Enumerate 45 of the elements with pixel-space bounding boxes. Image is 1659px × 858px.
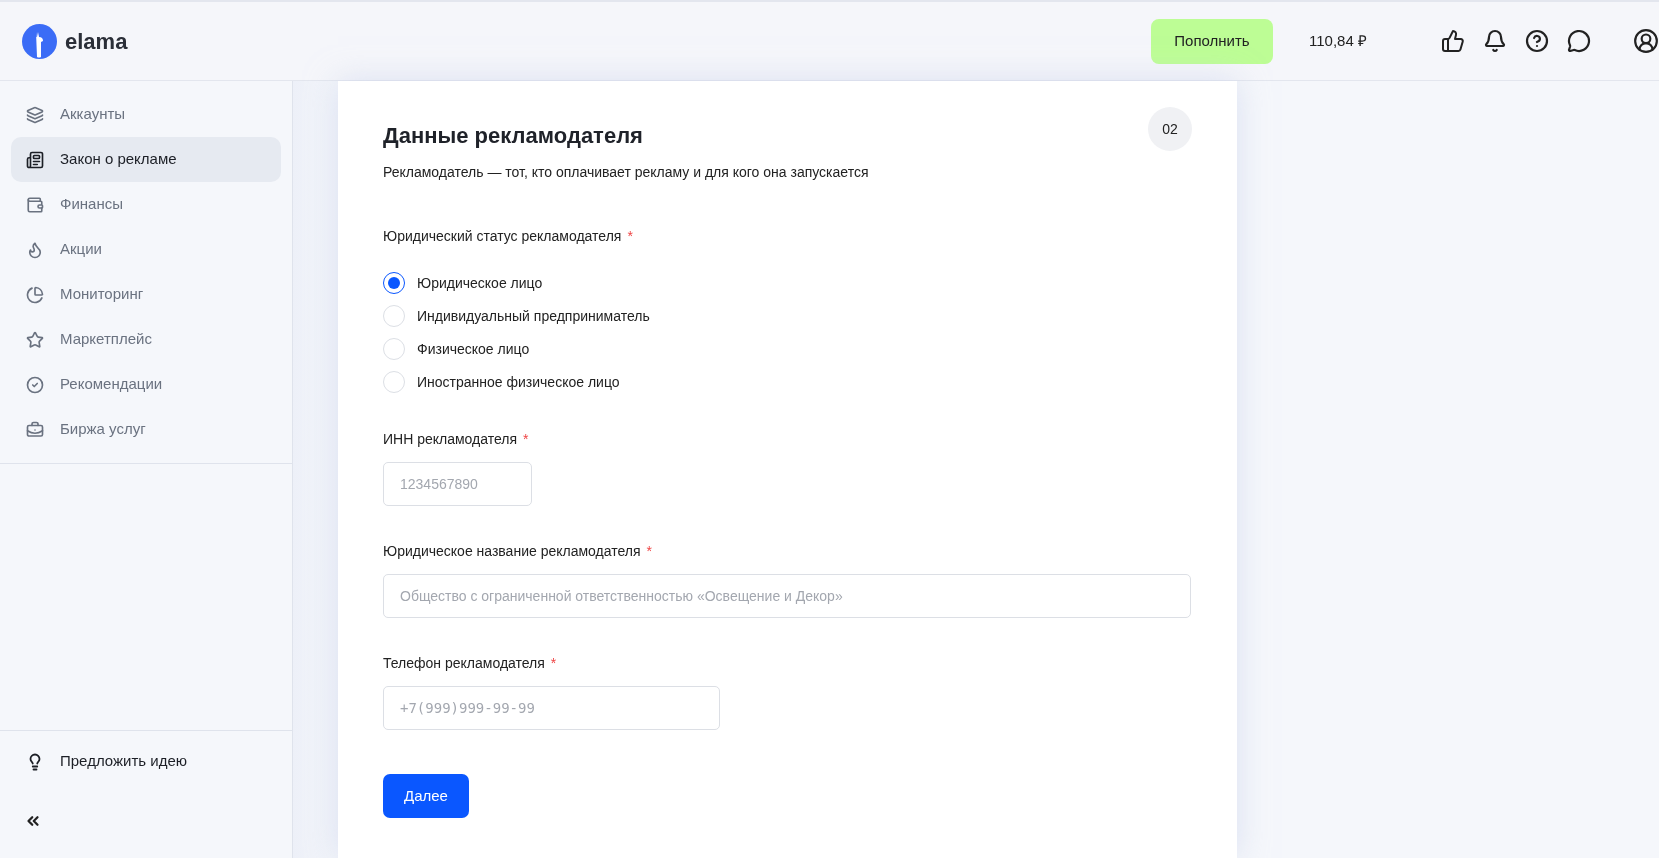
logo-icon [22,23,57,59]
sidebar-item[interactable]: Мониторинг [11,272,281,317]
briefcase-icon [26,420,44,439]
next-button[interactable]: Далее [383,774,469,818]
layers-icon [26,105,44,124]
topup-button[interactable]: Пополнить [1151,18,1273,64]
flame-icon [26,240,44,259]
star-icon [26,330,44,349]
sidebar-item[interactable]: Финансы [11,182,281,227]
pie-chart-icon [26,285,44,304]
step-badge: 02 [1148,107,1192,151]
form-subtitle: Рекламодатель — тот, кто оплачивает рекламу и для кого она запускается [383,163,870,182]
form-title: Данные рекламодателя [383,122,643,150]
required-asterisk: * [550,654,557,673]
balance: 110,84 ₽ [1309,30,1368,51]
sidebar-item[interactable]: Акции [11,227,281,272]
field-label: Юридический статус рекламодателя [383,227,622,246]
sidebar-item[interactable]: Аккаунты [11,92,281,137]
radio-label: Юридическое лицо [417,273,543,293]
chat-icon[interactable] [1567,29,1591,53]
radio-label: Индивидуальный предприниматель [417,306,650,326]
required-asterisk: * [627,227,633,246]
sidebar-item[interactable]: Биржа услуг [11,407,281,452]
sidebar-item[interactable]: Рекомендации [11,362,281,407]
text-input[interactable]: 1234567890 [383,462,532,506]
radio-label: Иностранное физическое лицо [417,372,620,392]
suggest-idea-link[interactable]: Предложить идею [11,739,281,784]
wallet-icon [26,195,44,214]
field-label: Юридическое название рекламодателя [383,542,641,561]
text-input[interactable]: Общество с ограниченной ответственностью «Освещение и Декор» [383,574,1191,618]
help-icon[interactable] [1525,29,1549,53]
bell-icon[interactable] [1483,29,1507,53]
field-label: Телефон рекламодателя [383,654,545,673]
newspaper-icon [26,150,44,169]
sidebar-item[interactable]: Закон о рекламе [11,137,281,182]
user-icon[interactable] [1633,28,1659,54]
logo-text: elama [65,27,128,56]
radio-label: Физическое лицо [417,339,530,359]
thumbs-up-icon[interactable] [1441,29,1465,53]
sidebar-item[interactable]: Маркетплейс [11,317,281,362]
required-asterisk: * [646,542,652,561]
check-circle-icon [26,375,44,394]
required-asterisk: * [523,430,529,449]
text-input[interactable]: +7(999)999-99-99 [383,686,720,730]
field-label: ИНН рекламодателя [383,430,518,449]
